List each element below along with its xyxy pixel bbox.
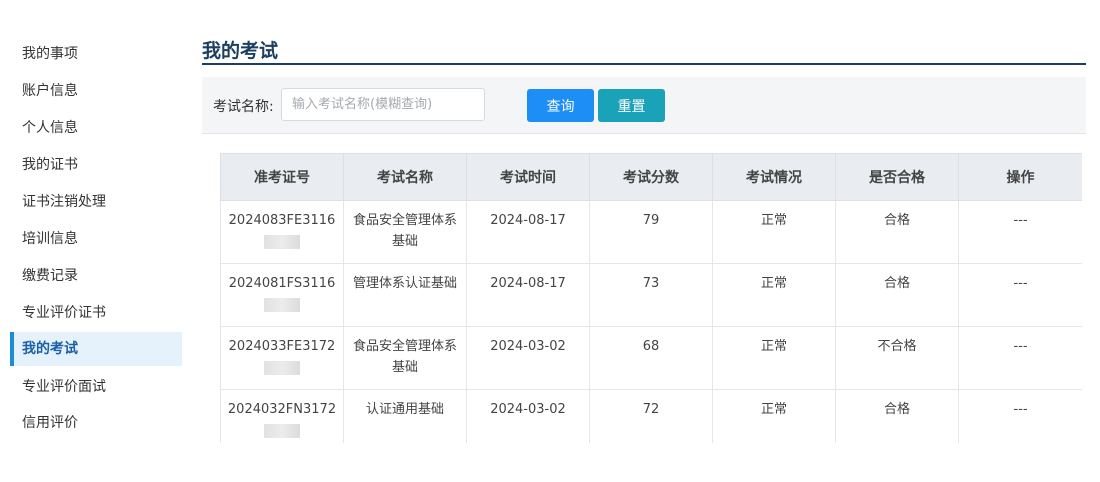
sidebar-item-my-exams[interactable]: 我的考试 <box>10 332 182 366</box>
exam-name-cell: 食品安全管理体系基础 <box>343 200 467 264</box>
ticket-number-cell: 2024083FE3116 <box>220 200 344 264</box>
header-pass-status: 是否合格 <box>835 153 959 201</box>
exam-table-container: 准考证号 考试名称 考试时间 考试分数 考试情况 是否合格 操作 2024083… <box>220 153 1082 443</box>
header-exam-time: 考试时间 <box>466 153 590 201</box>
sidebar-item-professional-evaluation-interview[interactable]: 专业评价面试 <box>10 370 182 404</box>
table-header-row: 准考证号 考试名称 考试时间 考试分数 考试情况 是否合格 操作 <box>220 153 1082 201</box>
exam-score-cell: 79 <box>589 200 713 264</box>
sidebar: 我的事项 账户信息 个人信息 我的证书 证书注销处理 培训信息 缴费记录 专业评… <box>0 0 190 482</box>
sidebar-item-my-matters[interactable]: 我的事项 <box>10 37 182 71</box>
ticket-number-cell: 2024081FS3116 <box>220 263 344 327</box>
action-cell: --- <box>958 326 1082 390</box>
exam-table: 准考证号 考试名称 考试时间 考试分数 考试情况 是否合格 操作 2024083… <box>220 153 1082 443</box>
table-row: 2024083FE3116 食品安全管理体系基础 2024-08-17 79 正… <box>220 200 1082 264</box>
exam-score-cell: 72 <box>589 389 713 443</box>
exam-status-cell: 正常 <box>712 263 836 327</box>
ticket-number: 2024081FS3116 <box>228 276 336 291</box>
redacted-block <box>264 235 300 249</box>
exam-name-cell: 食品安全管理体系基础 <box>343 326 467 390</box>
ticket-number-cell: 2024033FE3172 <box>220 326 344 390</box>
search-bar: 考试名称: 查询 重置 <box>202 77 1086 134</box>
sidebar-item-account-info[interactable]: 账户信息 <box>10 74 182 108</box>
pass-status-cell: 合格 <box>835 263 959 327</box>
table-row: 2024033FE3172 食品安全管理体系基础 2024-03-02 68 正… <box>220 326 1082 390</box>
ticket-number: 2024032FN3172 <box>227 402 337 417</box>
sidebar-item-my-certificates[interactable]: 我的证书 <box>10 148 182 182</box>
ticket-number: 2024033FE3172 <box>228 339 336 354</box>
sidebar-item-payment-records[interactable]: 缴费记录 <box>10 259 182 293</box>
query-button[interactable]: 查询 <box>527 89 594 122</box>
reset-button[interactable]: 重置 <box>598 89 665 122</box>
redacted-block <box>264 361 300 375</box>
pass-status-cell: 合格 <box>835 389 959 443</box>
pass-status-cell: 合格 <box>835 200 959 264</box>
header-actions: 操作 <box>958 153 1082 201</box>
page-title: 我的考试 <box>202 40 279 62</box>
sidebar-item-personal-info[interactable]: 个人信息 <box>10 111 182 145</box>
exam-name-cell: 认证通用基础 <box>343 389 467 443</box>
exam-status-cell: 正常 <box>712 200 836 264</box>
sidebar-item-credit-evaluation[interactable]: 信用评价 <box>10 406 182 440</box>
exam-name-label: 考试名称: <box>213 99 274 115</box>
exam-date-cell: 2024-08-17 <box>466 263 590 327</box>
action-cell: --- <box>958 389 1082 443</box>
exam-score-cell: 68 <box>589 326 713 390</box>
header-ticket-number: 准考证号 <box>220 153 344 201</box>
exam-name-search-input[interactable] <box>281 88 485 121</box>
table-row: 2024081FS3116 管理体系认证基础 2024-08-17 73 正常 … <box>220 263 1082 327</box>
exam-status-cell: 正常 <box>712 389 836 443</box>
sidebar-item-training-info[interactable]: 培训信息 <box>10 222 182 256</box>
redacted-block <box>264 298 300 312</box>
table-row: 2024032FN3172 认证通用基础 2024-03-02 72 正常 合格… <box>220 389 1082 443</box>
title-divider <box>202 63 1086 65</box>
exam-status-cell: 正常 <box>712 326 836 390</box>
header-exam-status: 考试情况 <box>712 153 836 201</box>
exam-date-cell: 2024-03-02 <box>466 389 590 443</box>
pass-status-cell: 不合格 <box>835 326 959 390</box>
redacted-block <box>264 424 300 438</box>
exam-date-cell: 2024-08-17 <box>466 200 590 264</box>
exam-score-cell: 73 <box>589 263 713 327</box>
sidebar-item-professional-evaluation-certificate[interactable]: 专业评价证书 <box>10 296 182 330</box>
header-exam-name: 考试名称 <box>343 153 467 201</box>
header-exam-score: 考试分数 <box>589 153 713 201</box>
action-cell: --- <box>958 200 1082 264</box>
ticket-number-cell: 2024032FN3172 <box>220 389 344 443</box>
exam-name-cell: 管理体系认证基础 <box>343 263 467 327</box>
action-cell: --- <box>958 263 1082 327</box>
sidebar-item-certificate-cancellation[interactable]: 证书注销处理 <box>10 185 182 219</box>
ticket-number: 2024083FE3116 <box>228 213 336 228</box>
exam-date-cell: 2024-03-02 <box>466 326 590 390</box>
